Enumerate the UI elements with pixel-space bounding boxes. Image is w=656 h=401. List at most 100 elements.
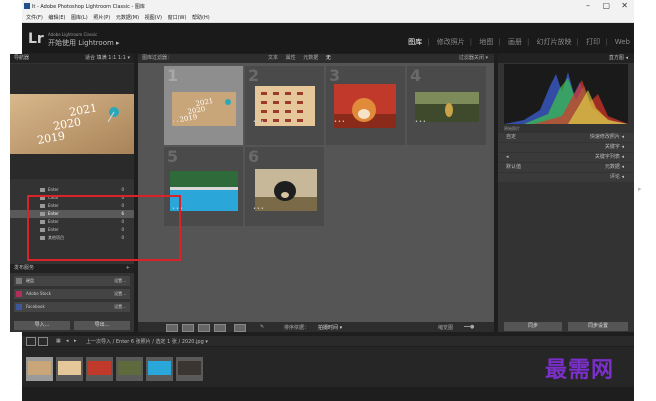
keyword-list-row[interactable]: ◂ 关键字列表 ◂ [498, 153, 634, 162]
cell-rating-dots[interactable]: ••• [334, 119, 346, 125]
window-title: lt - Adobe Photoshop Lightroom Classic -… [32, 4, 145, 10]
left-panel: 导航器 适合 填满 1:1 1:1 ▾ 2021 2020 2019 Enter… [10, 54, 134, 332]
publish-row-harddrive[interactable]: 硬盘 设置... [14, 276, 130, 286]
navigator-header[interactable]: 导航器 适合 填满 1:1 1:1 ▾ [10, 54, 134, 63]
folder-row[interactable]: Enter 0 [10, 186, 134, 194]
filter-none[interactable]: 无 [326, 55, 331, 61]
navigator-preview[interactable]: 2021 2020 2019 [10, 64, 134, 179]
back-arrow-icon[interactable]: ◂ [66, 338, 69, 344]
export-button[interactable]: 导出... [74, 321, 130, 330]
maximize-button[interactable]: ▢ [602, 1, 610, 10]
filmstrip-thumb[interactable] [26, 357, 53, 381]
folder-label: Enter [48, 187, 59, 192]
row-right: 关键字 ◂ [604, 144, 624, 150]
filter-attribute[interactable]: 属性 [286, 55, 296, 61]
publish-setup[interactable]: 设置... [114, 304, 126, 310]
filmstrip-source-path[interactable]: 上一次导入 / Enter 6 张照片 / 选定 1 张 / 2020.jpg … [86, 338, 208, 345]
folder-count: 0 [121, 187, 124, 192]
module-print[interactable]: 打印 [586, 38, 600, 46]
sync-button[interactable]: 同步 [504, 322, 562, 331]
menu-help[interactable]: 帮助(H) [192, 14, 210, 21]
histogram-header[interactable]: 直方图 ◂ [498, 54, 634, 63]
menu-window[interactable]: 窗口(W) [168, 14, 187, 21]
filmstrip-photo [28, 361, 51, 375]
harddrive-icon [16, 278, 22, 284]
add-publish-icon[interactable]: + [126, 264, 130, 273]
grid-cell[interactable]: 6 ••• [245, 147, 324, 226]
minimize-button[interactable]: – [586, 1, 590, 10]
grid-cell[interactable]: 4 ••• [407, 66, 486, 145]
menu-metadata[interactable]: 元数据(M) [116, 14, 139, 21]
comments-row[interactable]: 评论 ◂ [498, 173, 634, 182]
publish-setup[interactable]: 设置... [114, 278, 126, 284]
filter-preset-dropdown[interactable]: 过滤器关闭 ▾ [459, 54, 488, 63]
right-panel-toggle-icon[interactable]: ▸ [638, 185, 642, 193]
left-panel-buttons: 导入... 导出... [10, 319, 134, 332]
survey-view-icon[interactable] [214, 324, 226, 332]
cell-rating-dots[interactable]: ••• [253, 119, 265, 125]
cell-rating-dots[interactable]: ••• [415, 119, 427, 125]
title-bar: lt - Adobe Photoshop Lightroom Classic -… [22, 0, 634, 13]
module-slideshow[interactable]: 幻灯片放映 [537, 38, 572, 46]
close-button[interactable]: ✕ [621, 1, 628, 10]
keywording-row[interactable]: 关键字 ◂ [498, 143, 634, 152]
thumbnail-dog-black [255, 169, 317, 211]
grid-cell[interactable]: 2 ••• [245, 66, 324, 145]
cell-rating-dots[interactable]: ••• [253, 206, 265, 212]
filter-bar-title: 图库过滤器： [142, 55, 173, 61]
menu-library[interactable]: 图库(L) [71, 14, 88, 21]
module-book[interactable]: 画册 [508, 38, 522, 46]
filter-text[interactable]: 文本 [268, 55, 278, 61]
publish-row-adobestock[interactable]: Adobe Stock 设置... [14, 289, 130, 299]
compare-view-icon[interactable] [198, 324, 210, 332]
app-icon [24, 3, 30, 9]
monitor-1-icon[interactable] [26, 337, 36, 346]
publish-services-header[interactable]: 发布服务 + [10, 264, 134, 273]
filmstrip-thumb[interactable] [176, 357, 203, 381]
module-picker: 图库 | 修改照片 | 地图 | 画册 | 幻灯片放映 | 打印 | Web [408, 38, 630, 46]
grid-small-icon[interactable]: ▦ [56, 338, 61, 344]
filmstrip-thumb[interactable] [86, 357, 113, 381]
menu-view[interactable]: 视图(V) [145, 14, 162, 21]
histogram-title: 直方图 ◂ [608, 55, 628, 61]
thumbnail-size-slider[interactable]: ━━● [464, 324, 474, 330]
people-view-icon[interactable] [234, 324, 246, 332]
navigator-zoom-options[interactable]: 适合 填满 1:1 1:1 ▾ [85, 54, 130, 63]
menu-edit[interactable]: 编辑(E) [48, 14, 65, 21]
right-panel-buttons: 同步 同步设置 [498, 320, 634, 332]
quick-develop-row[interactable]: 自定 快速修改照片 ◂ [498, 133, 634, 142]
painter-icon[interactable]: ✎ [260, 324, 264, 330]
row-right: 快速修改照片 ◂ [589, 134, 624, 140]
grid-view: 图库过滤器： 文本 属性 元数据 无 过滤器关闭 ▾ 1 2021 2020 2… [138, 54, 494, 332]
grid-view-icon[interactable] [166, 324, 178, 332]
loupe-view-icon[interactable] [182, 324, 194, 332]
filmstrip-photo [118, 361, 141, 375]
monitor-2-icon[interactable] [38, 337, 48, 346]
import-button[interactable]: 导入... [14, 321, 70, 330]
module-library[interactable]: 图库 [408, 38, 422, 46]
forward-arrow-icon[interactable]: ▸ [74, 338, 77, 344]
publish-row-facebook[interactable]: Facebook 设置... [14, 302, 130, 312]
identity-name[interactable]: 开始使用 Lightroom ▸ [48, 38, 120, 48]
menu-photo[interactable]: 照片(P) [93, 14, 110, 21]
watermark-text: 最需网 [545, 357, 615, 383]
publish-services: 发布服务 + 硬盘 设置... Adobe Stock 设置... Facebo… [10, 264, 134, 315]
module-web[interactable]: Web [615, 38, 630, 46]
cell-rating-dots[interactable]: ••• [172, 119, 184, 125]
sync-settings-button[interactable]: 同步设置 [568, 322, 628, 331]
publish-setup[interactable]: 设置... [114, 291, 126, 297]
module-develop[interactable]: 修改照片 [437, 38, 465, 46]
metadata-row[interactable]: 默认值 元数据 ◂ [498, 163, 634, 172]
filmstrip-thumb[interactable] [116, 357, 143, 381]
filmstrip-thumb[interactable] [56, 357, 83, 381]
module-map[interactable]: 地图 [479, 38, 493, 46]
filmstrip-thumb[interactable] [146, 357, 173, 381]
sort-dropdown[interactable]: 拍摄时间 ▾ [318, 324, 342, 331]
grid-cell[interactable]: 3 ••• [326, 66, 405, 145]
cell-number: 3 [329, 66, 341, 85]
library-filter-bar: 图库过滤器： 文本 属性 元数据 无 过滤器关闭 ▾ [138, 54, 494, 63]
menu-file[interactable]: 文件(F) [26, 14, 43, 21]
cell-number: 6 [248, 147, 260, 166]
grid-cell[interactable]: 1 2021 2020 2019 ••• [164, 66, 243, 145]
filter-metadata[interactable]: 元数据 [303, 55, 318, 61]
